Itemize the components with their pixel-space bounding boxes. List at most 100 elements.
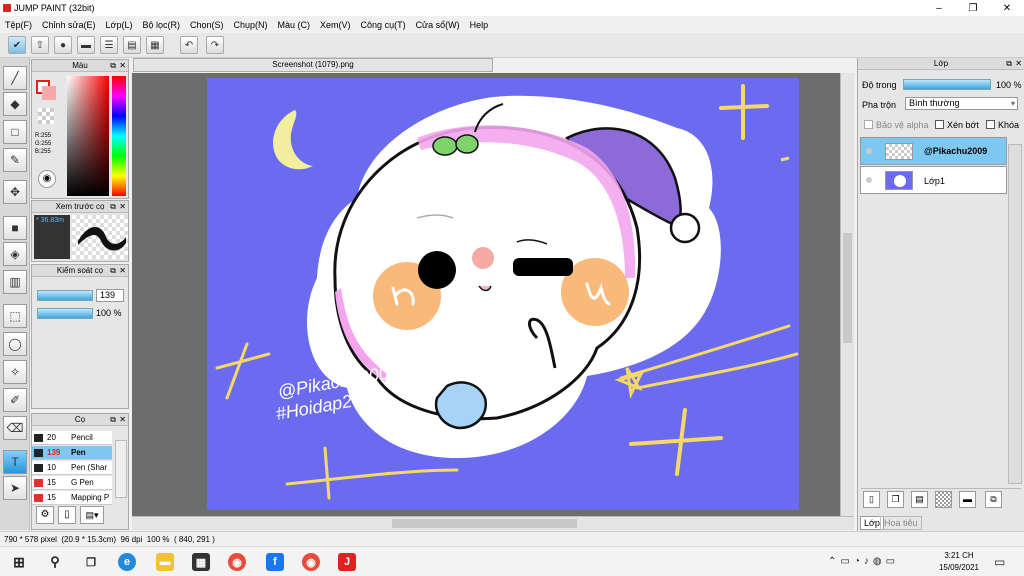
menu-color[interactable]: Màu (C) xyxy=(273,20,316,30)
tone-layer-icon[interactable] xyxy=(935,491,952,508)
dock-icon[interactable]: ⧉ xyxy=(110,265,116,277)
store-icon[interactable]: ▦ xyxy=(192,553,210,571)
menu-select[interactable]: Chọn(S) xyxy=(185,20,229,30)
hue-slider[interactable] xyxy=(112,76,126,196)
menu-view[interactable]: Xem(V) xyxy=(315,20,356,30)
bucket-tool-icon[interactable]: ◈ xyxy=(3,242,27,266)
layer-list-scrollbar[interactable] xyxy=(1008,144,1022,484)
vertical-scrollbar[interactable] xyxy=(840,73,854,516)
clip-checkbox[interactable] xyxy=(935,120,944,129)
panel-close-icon[interactable]: ✕ xyxy=(1015,58,1022,70)
page-icon[interactable]: ▤ xyxy=(123,36,141,54)
brush-menu-icon[interactable]: ▤▾ xyxy=(80,506,104,524)
menu-tools[interactable]: Công cụ(T) xyxy=(356,20,411,30)
brush-size-bar[interactable] xyxy=(37,290,93,301)
check-icon[interactable]: ✔ xyxy=(8,36,26,54)
brush-size-input[interactable]: 139 xyxy=(96,289,124,302)
transparent-swatch[interactable] xyxy=(38,108,54,124)
pen-tool-icon[interactable]: ✎ xyxy=(3,148,27,172)
search-icon[interactable]: ⚲ xyxy=(46,553,64,571)
chrome-profile-icon[interactable]: ◉ xyxy=(302,553,320,571)
horizontal-scrollbar[interactable] xyxy=(132,516,854,530)
copy-layer-icon[interactable]: ⧉ xyxy=(985,491,1002,508)
blend-mode-select[interactable]: Bình thường ▾ xyxy=(905,97,1018,110)
select-pen-icon[interactable]: ✐ xyxy=(3,388,27,412)
system-tray-icons[interactable]: ⌃▭◔♪◍▭ xyxy=(828,556,899,567)
layer-opacity-bar[interactable] xyxy=(903,79,991,90)
new-brush-icon[interactable]: ▯ xyxy=(58,506,76,524)
panel-close-icon[interactable]: ✕ xyxy=(119,265,126,277)
menu-window[interactable]: Cửa sổ(W) xyxy=(411,20,465,30)
rectangle-tool-icon[interactable]: □ xyxy=(3,120,27,144)
file-explorer-icon[interactable]: ▬ xyxy=(156,553,174,571)
move-tool-icon[interactable]: ✥ xyxy=(3,180,27,204)
panel-close-icon[interactable]: ✕ xyxy=(119,60,126,72)
layer-row-selected[interactable]: @Pikachu2009 xyxy=(860,137,1007,165)
dock-icon[interactable]: ⧉ xyxy=(1006,58,1012,70)
menu-help[interactable]: Help xyxy=(465,20,494,30)
lock-checkbox[interactable] xyxy=(986,120,995,129)
select-eraser-icon[interactable]: ⌫ xyxy=(3,416,27,440)
brush-item[interactable]: 20 Pencil xyxy=(32,431,112,445)
jump-paint-icon[interactable]: J xyxy=(338,553,356,571)
saturation-picker[interactable] xyxy=(67,76,109,196)
comment-icon[interactable]: ● xyxy=(54,36,72,54)
visibility-icon[interactable] xyxy=(866,148,872,154)
brush-item[interactable]: 15 G Pen xyxy=(32,476,112,490)
clock[interactable]: 3:21 CH 15/09/2021 xyxy=(934,550,984,574)
menu-file[interactable]: Tệp(F) xyxy=(0,20,37,30)
brush-list-scrollbar[interactable] xyxy=(115,440,127,498)
dock-icon[interactable]: ⧉ xyxy=(110,414,116,426)
panel-close-icon[interactable]: ✕ xyxy=(119,414,126,426)
undo-icon[interactable]: ↶ xyxy=(180,36,198,54)
notification-icon[interactable]: ▭ xyxy=(994,555,1005,569)
new-page-icon[interactable]: ▤ xyxy=(911,491,928,508)
fill-rect-tool-icon[interactable]: ■ xyxy=(3,216,27,240)
windows-start-icon[interactable]: ⊞ xyxy=(10,553,28,571)
folder-icon[interactable]: ▬ xyxy=(959,491,976,508)
brush-settings-icon[interactable]: ⚙ xyxy=(36,506,54,524)
menu-layer[interactable]: Lớp(L) xyxy=(101,20,138,30)
facebook-icon[interactable]: f xyxy=(266,553,284,571)
canvas[interactable]: @Pikachu2009 #Hoidap247 xyxy=(207,78,799,510)
tab-navigator[interactable]: Hoa tiêu xyxy=(880,516,922,530)
brush-opacity-bar[interactable] xyxy=(37,308,93,319)
document-tab[interactable]: Screenshot (1079).png xyxy=(133,58,493,72)
menu-filter[interactable]: Bộ lọc(R) xyxy=(137,20,185,30)
text-tool-icon[interactable]: T xyxy=(3,450,27,474)
panel-close-icon[interactable]: ✕ xyxy=(119,201,126,213)
layer-row[interactable]: Lớp1 xyxy=(860,166,1007,194)
redo-icon[interactable]: ↷ xyxy=(206,36,224,54)
palette-icon[interactable]: ◉ xyxy=(38,170,56,188)
horizontal-scroll-thumb[interactable] xyxy=(392,519,577,528)
document-icon[interactable]: ☰ xyxy=(100,36,118,54)
edge-icon[interactable]: e xyxy=(118,553,136,571)
dock-icon[interactable]: ⧉ xyxy=(110,201,116,213)
background-color-swatch[interactable] xyxy=(42,86,56,100)
visibility-icon[interactable] xyxy=(866,177,872,183)
select-rect-icon[interactable]: ⬚ xyxy=(3,304,27,328)
vertical-scroll-thumb[interactable] xyxy=(843,233,852,343)
message-icon[interactable]: ▬ xyxy=(77,36,95,54)
protect-alpha-checkbox[interactable] xyxy=(864,120,873,129)
lasso-icon[interactable]: ◯ xyxy=(3,332,27,356)
menu-edit[interactable]: Chỉnh sửa(E) xyxy=(37,20,101,30)
brush-item-selected[interactable]: 139 Pen xyxy=(32,446,112,460)
brush-tool-icon[interactable]: ╱ xyxy=(3,66,27,90)
upload-icon[interactable]: ⇧ xyxy=(31,36,49,54)
magic-wand-icon[interactable]: ✧ xyxy=(3,360,27,384)
close-button[interactable]: ✕ xyxy=(990,0,1024,16)
gradient-tool-icon[interactable]: ▥ xyxy=(3,270,27,294)
menu-capture[interactable]: Chụp(N) xyxy=(229,20,273,30)
minimize-button[interactable]: – xyxy=(922,0,956,16)
task-view-icon[interactable]: ❐ xyxy=(82,553,100,571)
chrome-icon[interactable]: ◉ xyxy=(228,553,246,571)
brush-item[interactable]: 10 Pen (Shar xyxy=(32,461,112,475)
maximize-button[interactable]: ❐ xyxy=(956,0,990,16)
new-layer-icon[interactable]: ▯ xyxy=(863,491,880,508)
list-icon[interactable]: ▦ xyxy=(146,36,164,54)
operation-tool-icon[interactable]: ➤ xyxy=(3,476,27,500)
dock-icon[interactable]: ⧉ xyxy=(110,60,116,72)
eraser-tool-icon[interactable]: ◆ xyxy=(3,92,27,116)
duplicate-layer-icon[interactable]: ❐ xyxy=(887,491,904,508)
